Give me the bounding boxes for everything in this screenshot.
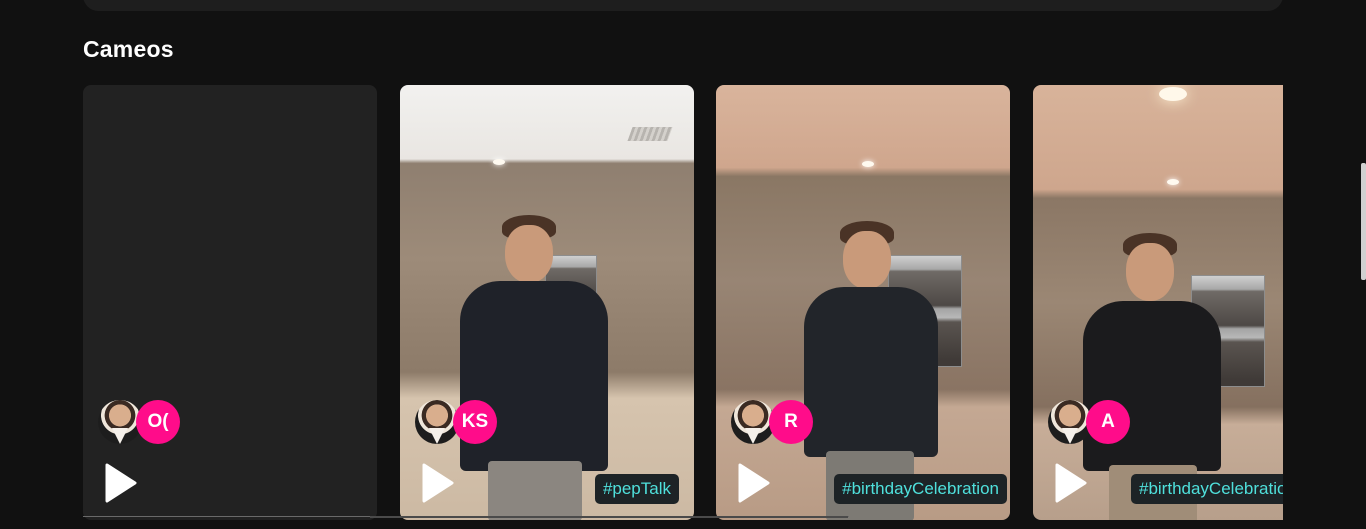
section-title: Cameos	[83, 36, 174, 62]
cameo-card-1[interactable]: O(	[83, 85, 377, 520]
requester-avatar: O(	[136, 400, 180, 444]
ceiling-light	[493, 159, 505, 165]
play-icon	[422, 463, 454, 503]
occasion-hashtag[interactable]: #pepTalk	[594, 474, 679, 504]
avatar-group: O(	[98, 400, 218, 446]
avatar-group: R	[731, 400, 851, 446]
ceiling-vent	[627, 127, 673, 141]
play-button[interactable]	[1051, 461, 1091, 505]
avatar-group: A	[1048, 400, 1168, 446]
carousel-scrollbar-thumb[interactable]	[370, 516, 848, 518]
ceiling-light	[1167, 179, 1179, 185]
ceiling-lamp	[1159, 87, 1187, 101]
top-search-bar[interactable]	[83, 0, 1283, 11]
requester-avatar: KS	[453, 400, 497, 444]
play-button[interactable]	[734, 461, 774, 505]
cameo-card-3[interactable]: R #birthdayCelebration	[716, 85, 1010, 520]
video-thumbnail	[400, 85, 694, 520]
requester-avatar: A	[1086, 400, 1130, 444]
play-icon	[105, 463, 137, 503]
requester-avatar: R	[769, 400, 813, 444]
video-thumbnail	[716, 85, 1010, 520]
play-button[interactable]	[101, 461, 141, 505]
cameos-page: Cameos O(KS #pepTalk R #birthdayCelebra…	[0, 0, 1366, 529]
cameo-carousel[interactable]: O( KS #pepTalk R #birthdayCelebration A …	[83, 85, 1283, 529]
cameo-card-4[interactable]: A #birthdayCelebration	[1033, 85, 1283, 520]
ceiling-light	[862, 161, 874, 167]
page-scrollbar-thumb[interactable]	[1361, 163, 1366, 280]
occasion-hashtag[interactable]: #birthdayCelebration	[834, 474, 1007, 504]
play-icon	[738, 463, 770, 503]
play-icon	[1055, 463, 1087, 503]
play-button[interactable]	[418, 461, 458, 505]
occasion-hashtag[interactable]: #birthdayCelebration	[1131, 474, 1283, 504]
avatar-group: KS	[415, 400, 535, 446]
cameo-card-2[interactable]: KS #pepTalk	[400, 85, 694, 520]
video-thumbnail	[1033, 85, 1283, 520]
